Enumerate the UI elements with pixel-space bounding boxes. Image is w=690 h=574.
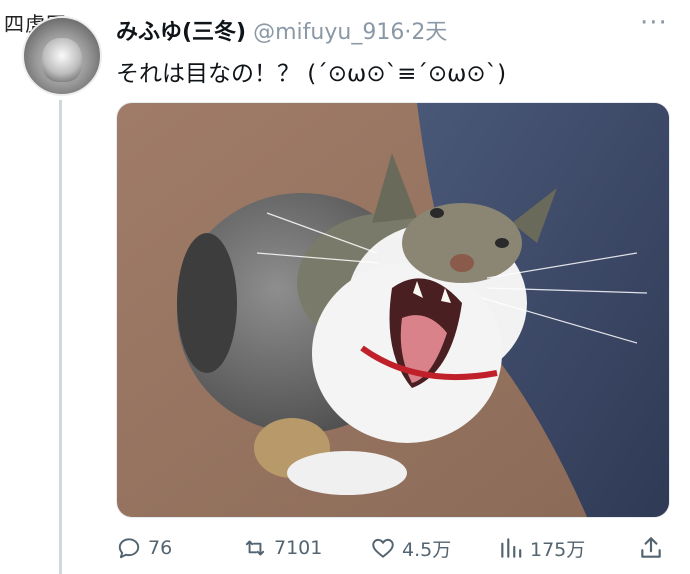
retweet-icon (245, 540, 265, 556)
tweet-actions: 76 7101 4.5万 175万 (116, 530, 672, 566)
share-button[interactable] (638, 530, 670, 566)
retweet-button[interactable]: 7101 (242, 530, 322, 566)
retweet-count: 7101 (274, 537, 323, 559)
avatar[interactable] (22, 16, 102, 96)
cat-photo (117, 103, 669, 517)
share-icon (641, 537, 661, 558)
tweet-header: みふゆ(三冬) @mifuyu_916·2天 (116, 14, 447, 46)
heart-icon (372, 538, 394, 558)
more-icon[interactable]: ··· (640, 8, 668, 38)
like-count: 4.5万 (402, 538, 452, 561)
thread-line (59, 100, 62, 574)
reply-icon (118, 538, 140, 559)
display-name[interactable]: みふゆ(三冬) (116, 20, 246, 45)
views-count: 175万 (530, 538, 586, 561)
handle[interactable]: @mifuyu_916 (253, 20, 404, 45)
reply-count: 76 (148, 537, 173, 559)
timestamp[interactable]: 2天 (411, 20, 447, 45)
like-button[interactable]: 4.5万 (370, 530, 451, 566)
avatar-cat-face (42, 38, 82, 82)
reply-button[interactable]: 76 (116, 530, 172, 566)
views-button[interactable]: 175万 (498, 530, 585, 566)
views-icon (501, 538, 522, 558)
tweet-photo[interactable] (116, 102, 670, 518)
tweet-text: それは目なの！？ (´⊙ω⊙`≡´⊙ω⊙`) (116, 61, 507, 87)
